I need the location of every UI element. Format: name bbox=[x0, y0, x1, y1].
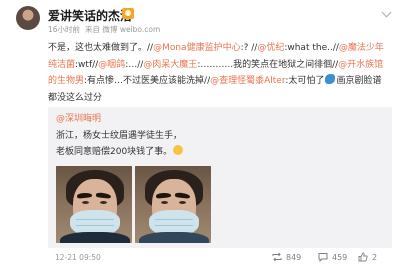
post-text-segment: :………..我的笑点在地狱之间徘徊// bbox=[197, 59, 339, 70]
quoted-text: 浙江，杨女士纹眉遇学徒生手， 老板同意赔偿200块钱了事。 bbox=[56, 128, 184, 160]
dolphin-emoji-icon bbox=[325, 74, 336, 84]
post-time[interactable]: 16小时前 bbox=[48, 25, 80, 34]
mention-link[interactable]: @咽鸽 bbox=[98, 60, 125, 70]
repost-button[interactable]: 849 bbox=[272, 251, 301, 263]
mention-link[interactable]: @查理怪蜀黍Alter bbox=[210, 76, 285, 86]
comment-icon bbox=[318, 253, 328, 262]
repost-count: 849 bbox=[286, 252, 302, 262]
quoted-post: @深圳晦明 浙江，杨女士纹眉遇学徒生手， 老板同意赔偿200块钱了事。 bbox=[48, 107, 392, 248]
avatar[interactable] bbox=[16, 6, 40, 30]
mention-link[interactable]: @肉呆大魔王 bbox=[143, 60, 197, 70]
post-text-segment: :…// bbox=[125, 59, 144, 70]
emoji-face-icon bbox=[173, 145, 184, 155]
photo-thumbnail-2[interactable] bbox=[135, 166, 211, 243]
like-button[interactable]: 2 bbox=[358, 251, 377, 263]
quoted-text-line-2: 老板同意赔偿200块钱了事。 bbox=[56, 144, 184, 160]
weibo-post: 爱讲笑话的杰洛 16小时前 来自 微博 weibo.com 不是，这也太难做到了。… bbox=[0, 0, 400, 270]
comment-count: 459 bbox=[332, 252, 348, 262]
vip-badge-icon bbox=[122, 8, 134, 19]
post-text-segment: 不是，这也太难做到了。// bbox=[48, 43, 154, 53]
quoted-text-line-1: 浙江，杨女士纹眉遇学徒生手， bbox=[56, 131, 183, 141]
thumbs-up-icon bbox=[358, 252, 368, 262]
comment-button[interactable]: 459 bbox=[318, 251, 347, 263]
post-text-segment: :what the..// bbox=[284, 43, 339, 53]
post-meta: 16小时前 来自 微博 weibo.com bbox=[48, 24, 165, 35]
like-count: 2 bbox=[372, 252, 378, 262]
author-name[interactable]: 爱讲笑话的杰洛 bbox=[48, 7, 132, 24]
post-timestamp[interactable]: 12-21 09:50 bbox=[55, 253, 101, 262]
chevron-down-icon[interactable] bbox=[381, 7, 392, 18]
mention-link[interactable]: @优纪 bbox=[257, 43, 284, 53]
quoted-author-link[interactable]: @深圳晦明 bbox=[56, 111, 101, 124]
post-text: 不是，这也太难做到了。//@Mona健康监护中心:? //@优纪:what th… bbox=[48, 40, 390, 106]
photo-thumbnail-1[interactable] bbox=[56, 166, 132, 243]
repost-icon bbox=[272, 252, 282, 262]
post-text-segment: :太可怕了 bbox=[285, 76, 325, 86]
post-text-segment: :有点惨…不过医美应该能洗掉// bbox=[84, 76, 211, 86]
post-source: 来自 微博 weibo.com bbox=[85, 25, 161, 34]
post-text-segment: :wtf// bbox=[75, 59, 99, 70]
mention-link[interactable]: @Mona健康监护中心 bbox=[153, 43, 241, 53]
post-text-segment: :? // bbox=[240, 43, 258, 53]
